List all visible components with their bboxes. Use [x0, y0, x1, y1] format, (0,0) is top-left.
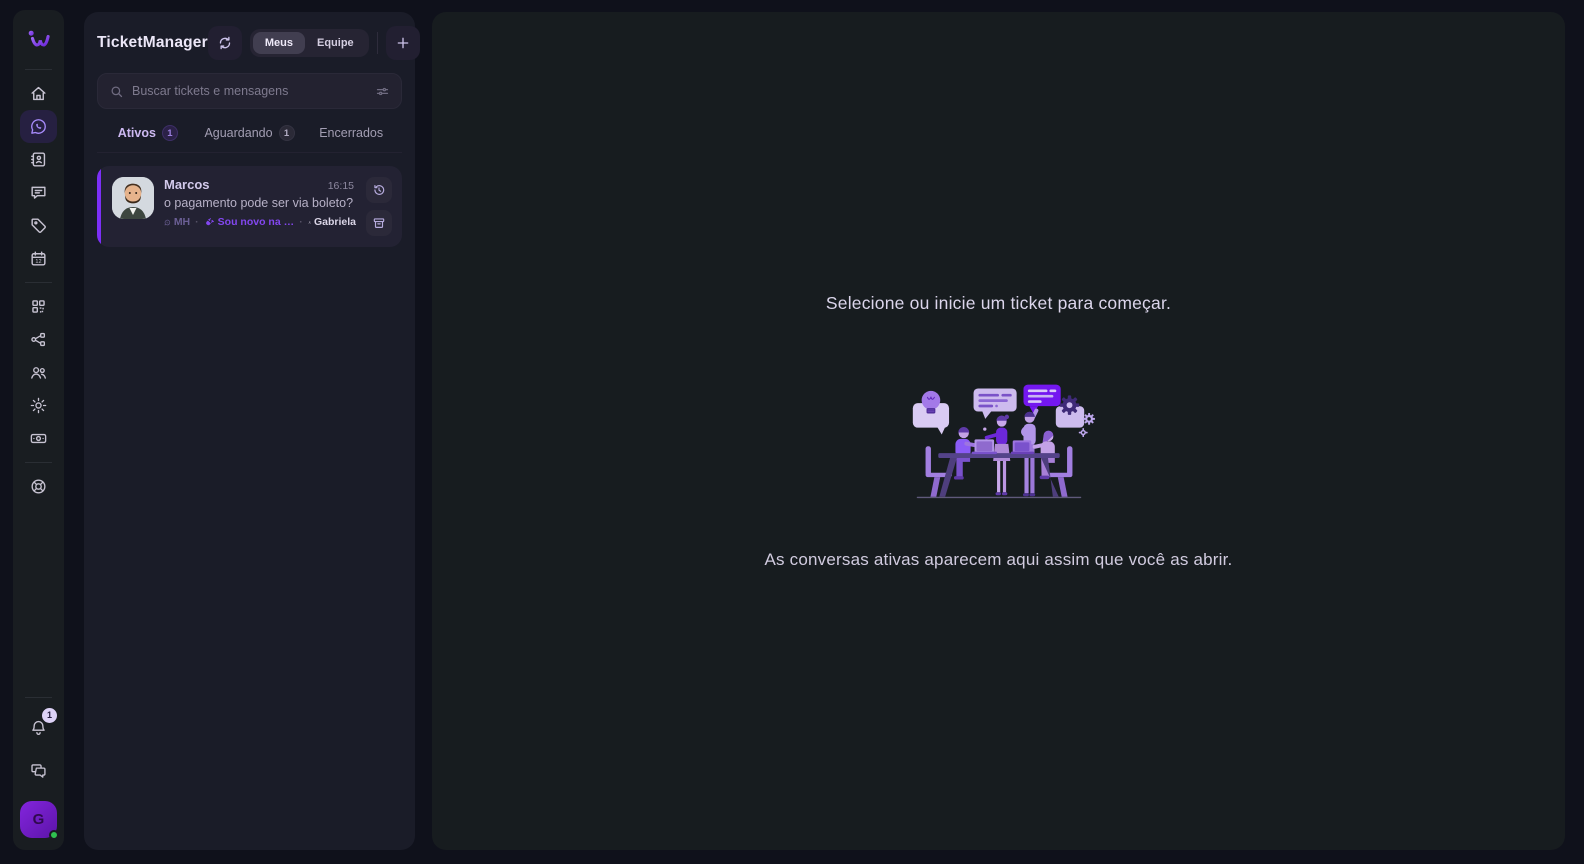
- plug-icon: [204, 217, 215, 228]
- new-ticket-button[interactable]: [386, 26, 420, 60]
- home-icon: [29, 84, 48, 103]
- icon-rail: 12 1 G: [13, 10, 64, 850]
- empty-state-title: Selecione ou inicie um ticket para começ…: [826, 293, 1171, 314]
- calendar-icon: 12: [29, 249, 48, 268]
- divider: [25, 282, 52, 283]
- brand-logo: [17, 16, 61, 62]
- internal-chat-button[interactable]: [20, 754, 57, 787]
- refresh-button[interactable]: [208, 26, 242, 60]
- conversations-icon: [29, 761, 48, 780]
- contact-name: Marcos: [164, 177, 210, 192]
- ticket-actions: [366, 177, 392, 236]
- tab-label: Ativos: [118, 126, 156, 140]
- search-input[interactable]: [132, 84, 367, 98]
- ticket-list-item[interactable]: Marcos 16:15 o pagamento pode ser via bo…: [97, 166, 402, 247]
- tag-name: Sou novo na Me…: [218, 216, 295, 228]
- tab-ativos[interactable]: Ativos 1: [97, 114, 199, 152]
- history-icon: [372, 183, 386, 197]
- sidebar-item-tags[interactable]: [20, 209, 57, 242]
- divider: [25, 462, 52, 463]
- tag-icon: [29, 216, 48, 235]
- tab-label: Aguardando: [204, 126, 272, 140]
- ticket-time: 16:15: [328, 180, 356, 192]
- contact-avatar: [112, 177, 154, 219]
- search-bar: [97, 73, 402, 109]
- user-avatar[interactable]: G: [20, 801, 57, 838]
- toggle-meus-button[interactable]: Meus: [253, 32, 305, 54]
- users-icon: [29, 363, 48, 382]
- status-tabs: Ativos 1 Aguardando 1 Encerrados: [97, 114, 402, 153]
- sidebar-item-apps[interactable]: [20, 290, 57, 323]
- help-buoy-icon: [29, 477, 48, 496]
- sidebar-item-home[interactable]: [20, 77, 57, 110]
- divider: [377, 32, 378, 54]
- history-button[interactable]: [366, 177, 392, 203]
- sidebar-item-billing[interactable]: [20, 422, 57, 455]
- view-toggle: Meus Equipe: [250, 29, 369, 57]
- team-illustration: [901, 364, 1097, 506]
- chat-icon: [29, 183, 48, 202]
- plus-icon: [395, 35, 411, 51]
- apps-grid-icon: [29, 297, 48, 316]
- archive-button[interactable]: [366, 210, 392, 236]
- sidebar-item-calendar[interactable]: 12: [20, 242, 57, 275]
- tab-count-badge: 1: [162, 125, 178, 141]
- notifications-button[interactable]: 1: [20, 711, 57, 744]
- empty-state-subtitle: As conversas ativas aparecem aqui assim …: [765, 550, 1233, 570]
- sidebar-item-teams[interactable]: [20, 356, 57, 389]
- page-title: TicketManager: [97, 34, 208, 52]
- tab-count-badge: 1: [279, 125, 295, 141]
- settings-gear-icon: [29, 396, 48, 415]
- online-status-dot: [49, 830, 59, 840]
- sidebar-item-messages[interactable]: [20, 176, 57, 209]
- filter-sliders-icon[interactable]: [375, 84, 390, 99]
- sidebar-item-help[interactable]: [20, 470, 57, 503]
- tab-encerrados[interactable]: Encerrados: [300, 114, 402, 152]
- tab-aguardando[interactable]: Aguardando 1: [199, 114, 301, 152]
- conversation-panel: Selecione ou inicie um ticket para começ…: [432, 12, 1565, 850]
- sidebar-item-contacts[interactable]: [20, 143, 57, 176]
- svg-text:12: 12: [35, 259, 41, 265]
- person-icon: [308, 217, 311, 228]
- assignee-label: Gabriela: [308, 216, 356, 228]
- ticket-content: Marcos 16:15 o pagamento pode ser via bo…: [164, 177, 356, 236]
- separator: ·: [299, 216, 303, 228]
- toggle-equipe-button[interactable]: Equipe: [305, 32, 366, 54]
- avatar-initial: G: [33, 811, 45, 828]
- divider: [25, 697, 52, 698]
- whatsapp-mini-icon: [164, 217, 171, 228]
- sidebar-item-whatsapp[interactable]: [20, 110, 57, 143]
- archive-icon: [372, 216, 386, 230]
- sidebar-item-connections[interactable]: [20, 323, 57, 356]
- notification-badge: 1: [42, 708, 57, 723]
- ticket-tag: Sou novo na Me…: [204, 216, 295, 228]
- connections-icon: [29, 330, 48, 349]
- banknote-icon: [29, 429, 48, 448]
- channel-label: MH: [164, 216, 190, 228]
- whatsapp-icon: [29, 117, 48, 136]
- assignee-name: Gabriela: [314, 216, 356, 228]
- ticket-meta: MH · Sou novo na Me… · Gabriela: [164, 216, 356, 228]
- last-message-preview: o pagamento pode ser via boleto?: [164, 196, 356, 210]
- ticket-list-panel: TicketManager Meus Equipe Ativos 1 Aguar…: [84, 12, 415, 850]
- channel-name: MH: [174, 216, 190, 228]
- contacts-book-icon: [29, 150, 48, 169]
- separator: ·: [195, 216, 199, 228]
- list-header: TicketManager Meus Equipe: [97, 26, 402, 60]
- refresh-icon: [217, 35, 233, 51]
- search-icon: [109, 84, 124, 99]
- divider: [25, 69, 52, 70]
- sidebar-item-settings[interactable]: [20, 389, 57, 422]
- tab-label: Encerrados: [319, 126, 383, 140]
